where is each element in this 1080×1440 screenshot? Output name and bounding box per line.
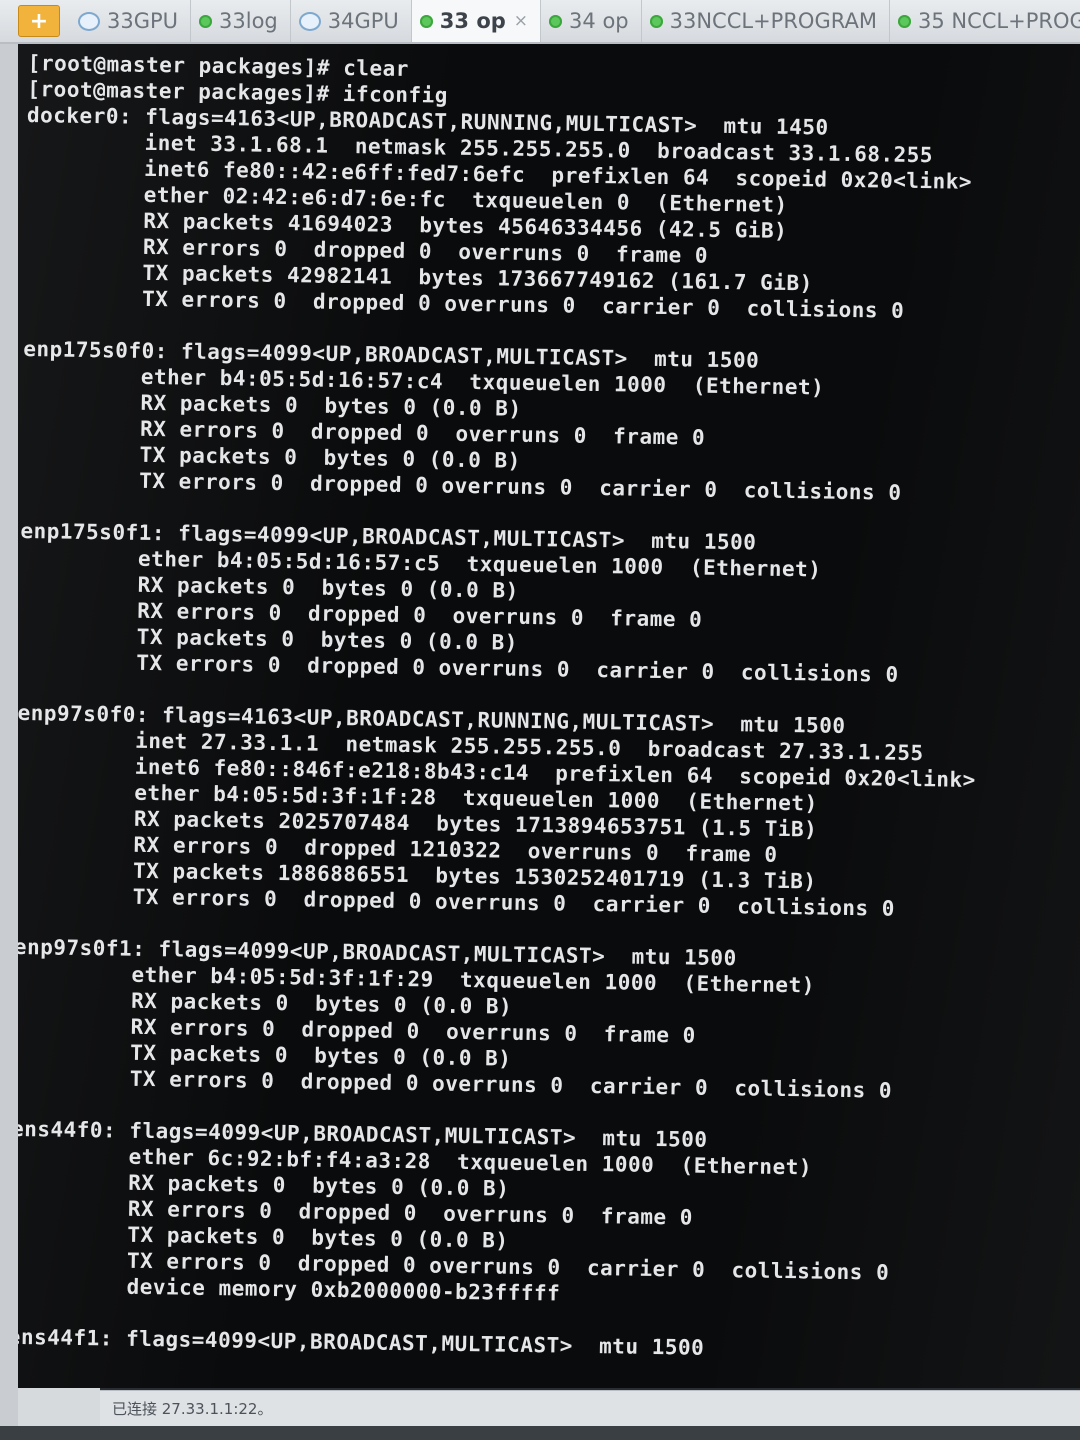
window-left-edge bbox=[0, 44, 18, 1440]
tab-label: 35 NCCL+PROGRAM bbox=[917, 9, 1080, 33]
tab-34gpu[interactable]: 34GPU bbox=[291, 0, 412, 42]
tab-33log[interactable]: 33log bbox=[191, 0, 291, 42]
session-tab-bar: + 33GPU 33log 34GPU 33 op × 34 op 33NCCL+PROGR… bbox=[0, 0, 1080, 44]
connection-status-text: 已连接 27.33.1.1:22。 bbox=[112, 1400, 273, 1418]
taskbar-edge bbox=[0, 1426, 1080, 1440]
tab-label: 33GPU bbox=[107, 9, 179, 33]
status-dot-icon bbox=[649, 14, 663, 28]
session-tabs: 33GPU 33log 34GPU 33 op × 34 op 33NCCL+PROGRAM… bbox=[70, 0, 1080, 42]
tab-33gpu[interactable]: 33GPU bbox=[70, 0, 192, 42]
status-dot-icon bbox=[199, 14, 213, 28]
status-bar: 已连接 27.33.1.1:22。 bbox=[100, 1390, 1080, 1426]
plus-icon: + bbox=[29, 8, 49, 34]
terminal-text: [root@master packages]# clear [root@maste… bbox=[18, 50, 987, 1365]
tab-label: 33NCCL+PROGRAM bbox=[669, 9, 877, 33]
tab-label: 33 op bbox=[439, 9, 506, 33]
status-dot-icon bbox=[897, 14, 911, 28]
status-dot-icon bbox=[549, 14, 563, 28]
terminal-output[interactable]: [root@master packages]# clear [root@maste… bbox=[18, 44, 1080, 1388]
tab-label: 33log bbox=[219, 9, 278, 33]
chat-bubble-icon bbox=[298, 11, 321, 31]
tab-34-op[interactable]: 34 op bbox=[541, 0, 642, 42]
status-bar-left-edge bbox=[18, 1388, 100, 1426]
new-tab-button[interactable]: + bbox=[18, 5, 60, 37]
chat-bubble-icon bbox=[78, 11, 100, 31]
tab-label: 34 op bbox=[569, 9, 629, 33]
status-dot-icon bbox=[419, 14, 433, 28]
tab-33-op[interactable]: 33 op × bbox=[411, 0, 542, 42]
close-tab-icon[interactable]: × bbox=[514, 11, 528, 31]
terminal-app-window: + 33GPU 33log 34GPU 33 op × 34 op 33NCCL+PROGR… bbox=[0, 0, 1080, 1440]
tab-label: 34GPU bbox=[327, 9, 399, 33]
tab-33nccl-program[interactable]: 33NCCL+PROGRAM bbox=[642, 0, 890, 42]
tab-35-nccl-program[interactable]: 35 NCCL+PROGRAM bbox=[890, 0, 1080, 42]
